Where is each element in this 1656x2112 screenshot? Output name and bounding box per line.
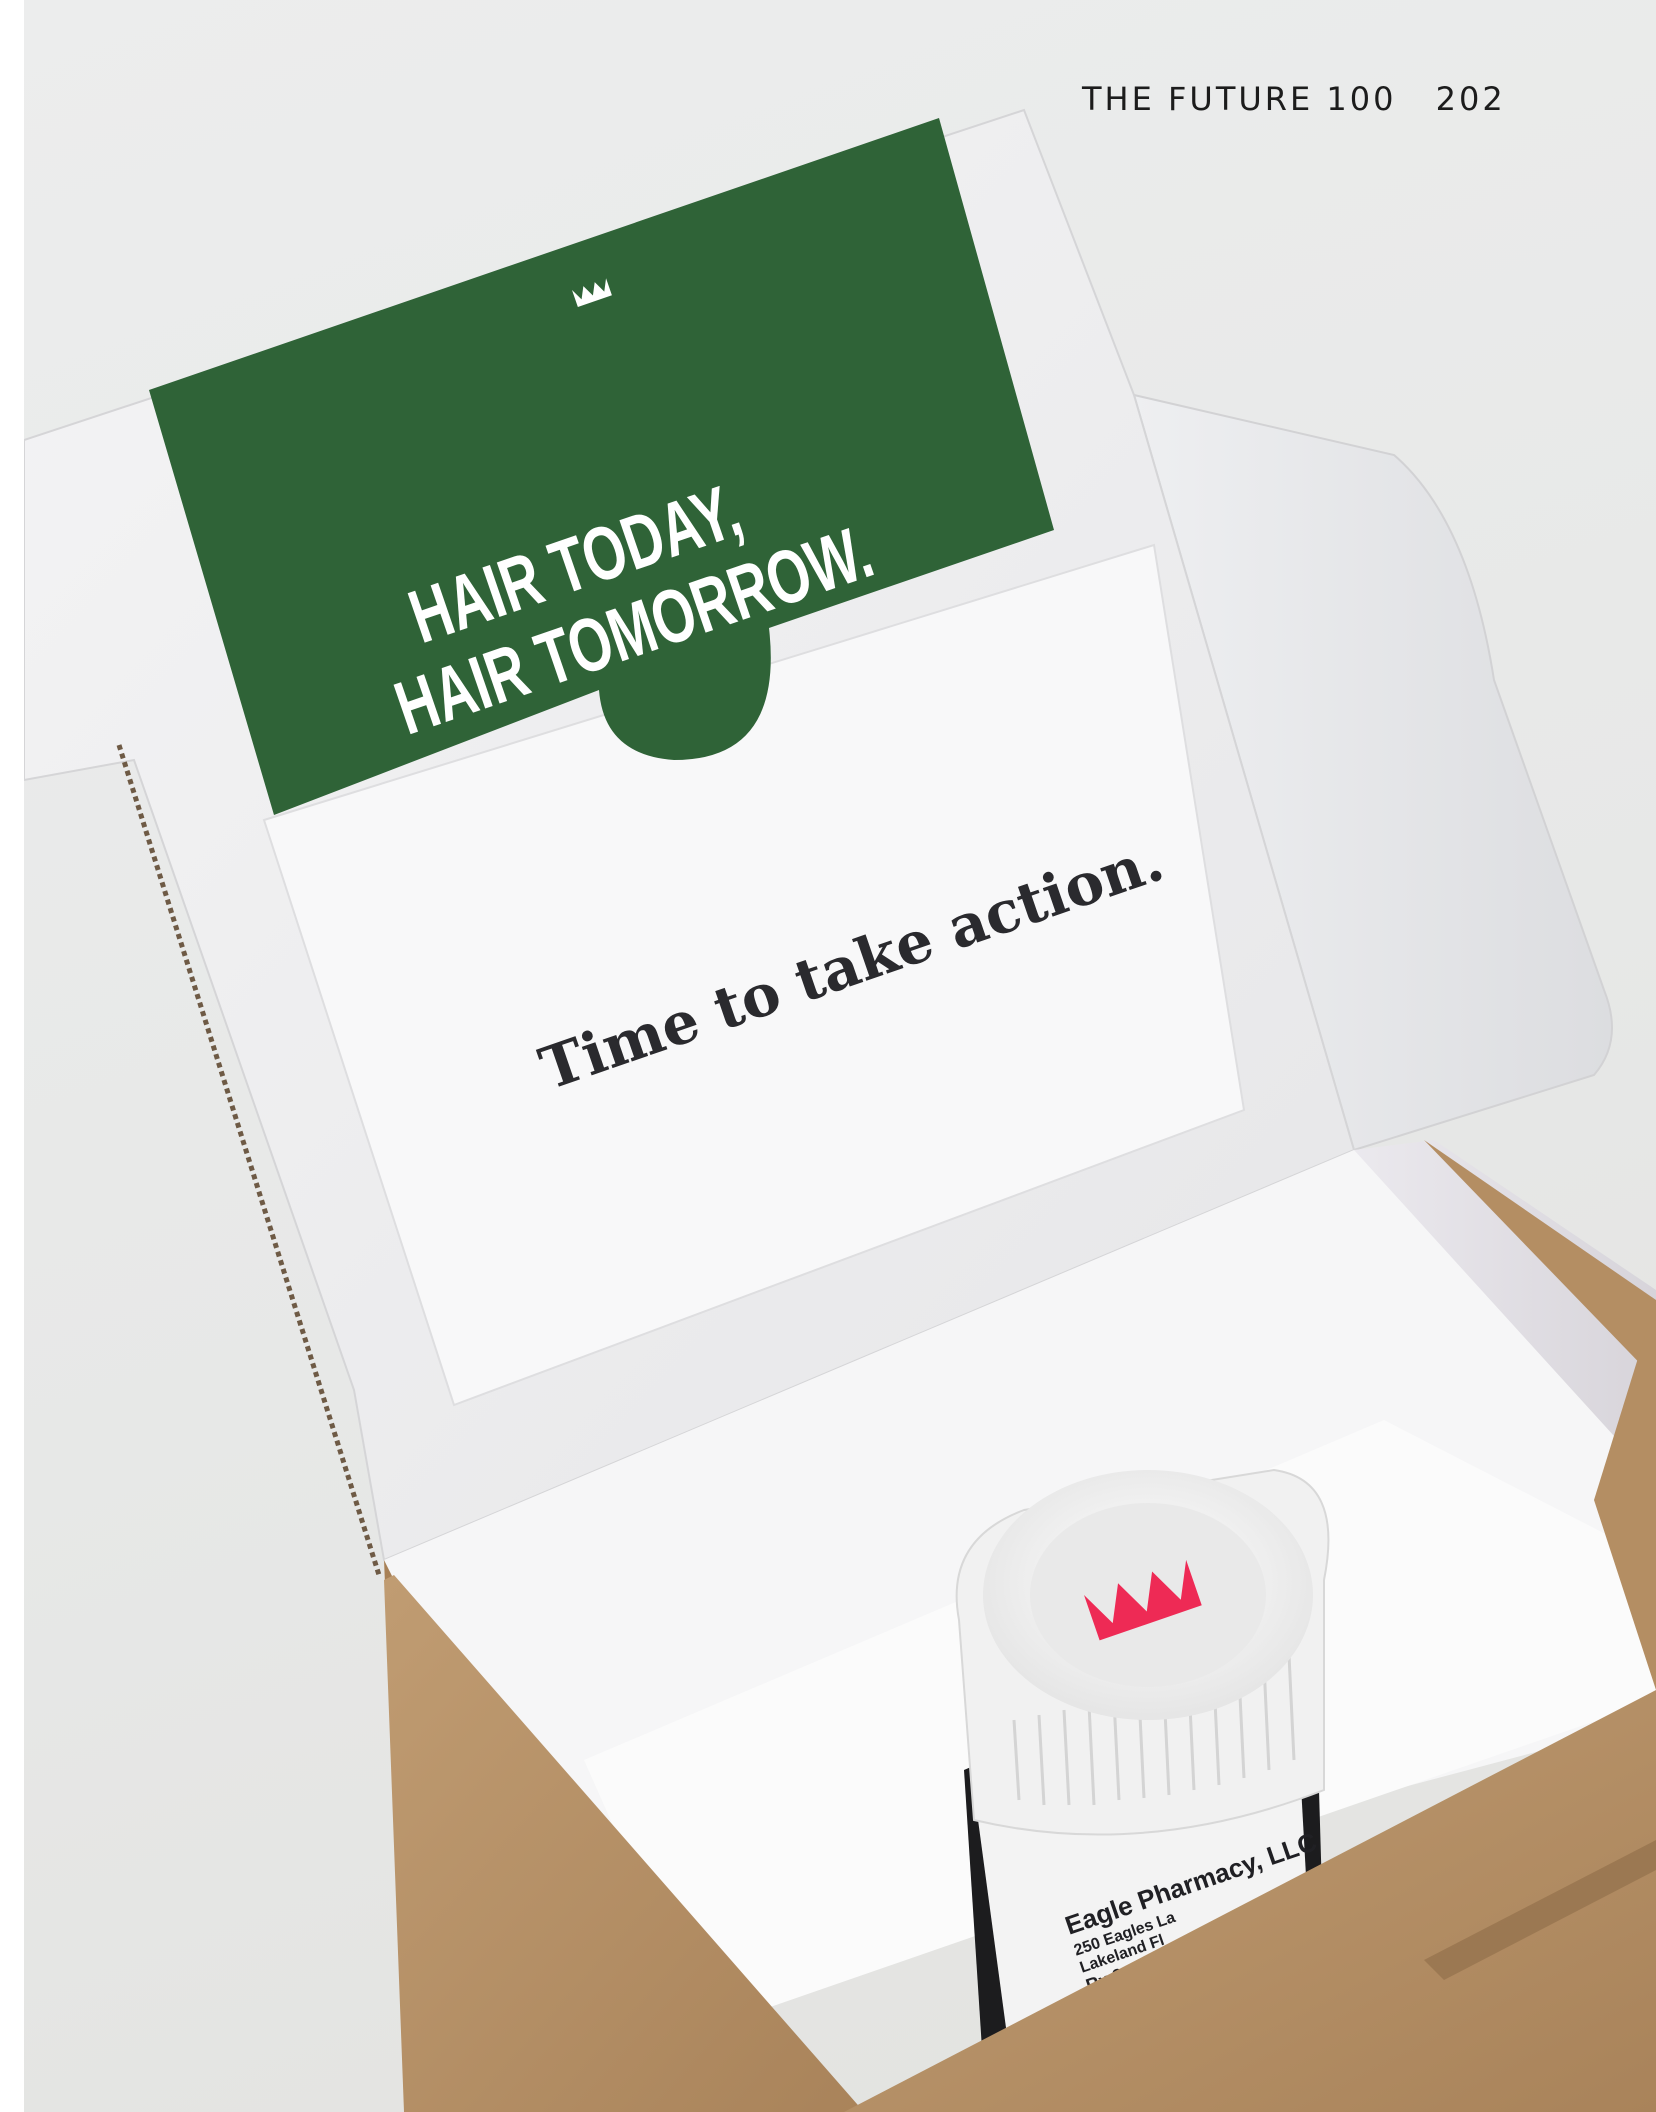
page-number: 202 — [1435, 80, 1506, 118]
packaging-scene: HAIR TODAY, HAIR TOMORROW. Time to take … — [24, 108, 1656, 2112]
page-header: THE FUTURE 100 202 — [1082, 80, 1506, 118]
publication-title: THE FUTURE 100 — [1082, 80, 1397, 118]
product-photo: HAIR TODAY, HAIR TOMORROW. Time to take … — [24, 0, 1656, 2112]
